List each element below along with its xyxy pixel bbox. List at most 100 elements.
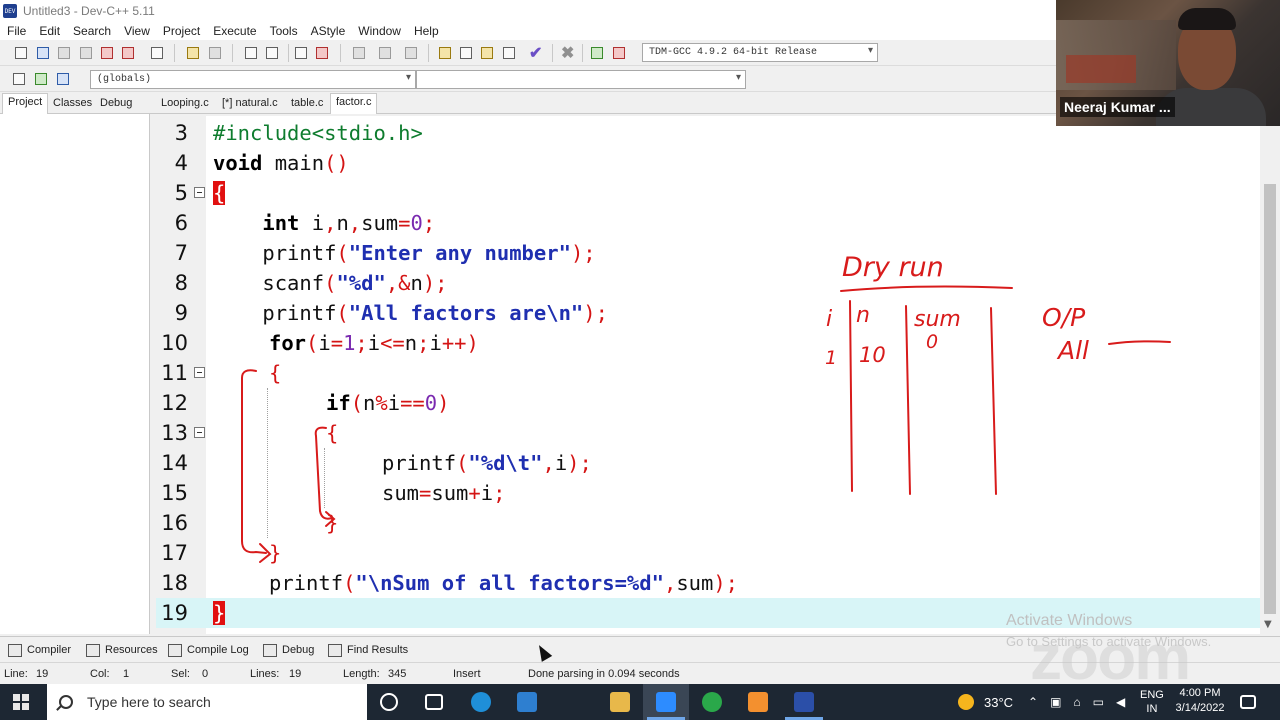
tab-classes[interactable]: Classes [48,95,97,114]
edge-browser-icon[interactable] [471,692,491,712]
menu-view[interactable]: View [117,24,156,38]
chevron-up-icon[interactable]: ⌃ [1028,695,1038,709]
file-tab-table[interactable]: table.c [286,95,328,114]
project-options-icon[interactable] [54,70,72,88]
menu-tools[interactable]: Tools [263,24,304,38]
output-underline [1108,340,1171,345]
toolbar-separator [582,44,583,62]
tab-debug-output[interactable]: Debug [263,641,314,659]
tab-compiler[interactable]: Compiler [8,641,71,659]
task-view-icon[interactable] [425,694,443,710]
row-1-n-value: 10 [859,343,886,367]
file-tab-natural[interactable]: [*] natural.c [217,95,283,114]
devcpp-taskbar-icon[interactable] [794,692,814,712]
redo-icon[interactable] [206,44,224,62]
scope-select[interactable]: (globals) ▾ [90,70,416,89]
file-tab-factor[interactable]: factor.c [330,93,378,114]
project-browser-panel[interactable] [0,114,150,634]
menu-help[interactable]: Help [407,24,445,38]
tab-compile-log[interactable]: Compile Log [168,641,249,659]
tab-label: Compile Log [187,644,249,656]
rebuild-all-icon[interactable] [500,44,518,62]
volume-icon[interactable]: ◀ [1116,695,1125,709]
status-line-value: 19 [36,668,49,680]
menu-window[interactable]: Window [351,24,407,38]
sublime-text-icon[interactable] [748,692,768,712]
scroll-down-icon[interactable]: ▼ [1264,619,1272,630]
taskbar-search-box[interactable]: Type here to search [47,684,367,720]
network-icon[interactable]: ⌂ [1073,695,1080,709]
goto-line-icon[interactable] [292,44,310,62]
search-placeholder: Type here to search [87,694,211,710]
print-icon[interactable] [148,44,166,62]
notifications-icon[interactable] [1240,695,1256,709]
tab-project[interactable]: Project [2,93,49,114]
menu-execute[interactable]: Execute [206,24,262,38]
tab-debug[interactable]: Debug [95,95,137,114]
status-col-label: Col: [90,668,110,680]
toggle-comment-icon[interactable] [402,44,420,62]
meet-now-icon[interactable]: ▣ [1050,695,1061,709]
indent-left-icon[interactable] [350,44,368,62]
loop-scope-bracket [241,369,267,554]
tab-find-results[interactable]: Find Results [328,641,408,659]
save-icon[interactable] [55,44,73,62]
dry-run-label: Dry run [842,252,944,283]
battery-icon[interactable]: ▭ [1093,695,1104,709]
member-select[interactable]: ▾ [416,70,746,89]
chevron-down-icon: ▾ [867,45,873,56]
profile-icon[interactable] [588,44,606,62]
menu-astyle[interactable]: AStyle [304,24,352,38]
run-icon[interactable] [457,44,475,62]
menu-project[interactable]: Project [156,24,206,38]
status-lines-label: Lines: [250,668,280,680]
stop-execution-icon[interactable]: ✖ [561,43,574,63]
search-icon [59,695,73,709]
delete-profile-icon[interactable] [610,44,628,62]
menu-search[interactable]: Search [66,24,117,38]
code-editor[interactable]: 3 #include<stdio.h> 4 void main() 5 { 6 … [156,116,1260,634]
close-all-icon[interactable] [119,44,137,62]
find-icon[interactable] [242,44,260,62]
zoom-app-icon[interactable] [656,692,676,712]
close-file-icon[interactable] [98,44,116,62]
undo-icon[interactable] [184,44,202,62]
editor-vertical-scrollbar[interactable]: ▲ ▼ [1260,114,1280,634]
menu-file[interactable]: File [0,24,32,38]
store-icon[interactable] [517,692,537,712]
compile-icon[interactable] [436,44,454,62]
weather-widget[interactable]: 33°C [958,684,1013,720]
bookmark-icon[interactable] [313,44,331,62]
file-tab-looping[interactable]: Looping.c [156,95,214,114]
menu-edit[interactable]: Edit [32,24,66,38]
new-file-icon[interactable] [12,44,30,62]
scrollbar-thumb[interactable] [1264,184,1276,614]
file-explorer-icon[interactable] [610,692,630,712]
cortana-icon[interactable] [380,693,398,711]
taskbar-clock[interactable]: 4:00 PM 3/14/2022 [1170,686,1230,716]
clock-date: 3/14/2022 [1175,702,1225,714]
compiler-icon [8,643,22,657]
language-indicator[interactable]: ENG IN [1140,684,1164,720]
find-results-icon [328,643,342,657]
windows-start-icon[interactable] [13,694,29,710]
save-all-icon[interactable] [77,44,95,62]
replace-icon[interactable] [263,44,281,62]
project-add-icon[interactable] [32,70,50,88]
project-new-icon[interactable] [10,70,28,88]
indent-right-icon[interactable] [376,44,394,62]
tab-resources[interactable]: Resources [86,641,158,659]
chrome-browser-icon[interactable] [702,692,722,712]
handwritten-annotations: Dry run i n sum 1 10 0 O/P All [241,252,1171,563]
toolbar-separator [288,44,289,62]
presenter-hair [1178,8,1236,30]
table-column-divider [905,305,911,495]
compiler-select-value: TDM-GCC 4.9.2 64-bit Release [649,47,818,58]
compiler-select[interactable]: TDM-GCC 4.9.2 64-bit Release ▾ [642,43,878,62]
compile-run-icon[interactable] [478,44,496,62]
syntax-check-icon[interactable]: ✔ [529,43,542,63]
status-line-label: Line: [4,668,28,680]
if-scope-bracket [314,426,333,520]
webcam-video-feed: Neeraj Kumar ... [1056,0,1280,126]
open-file-icon[interactable] [34,44,52,62]
